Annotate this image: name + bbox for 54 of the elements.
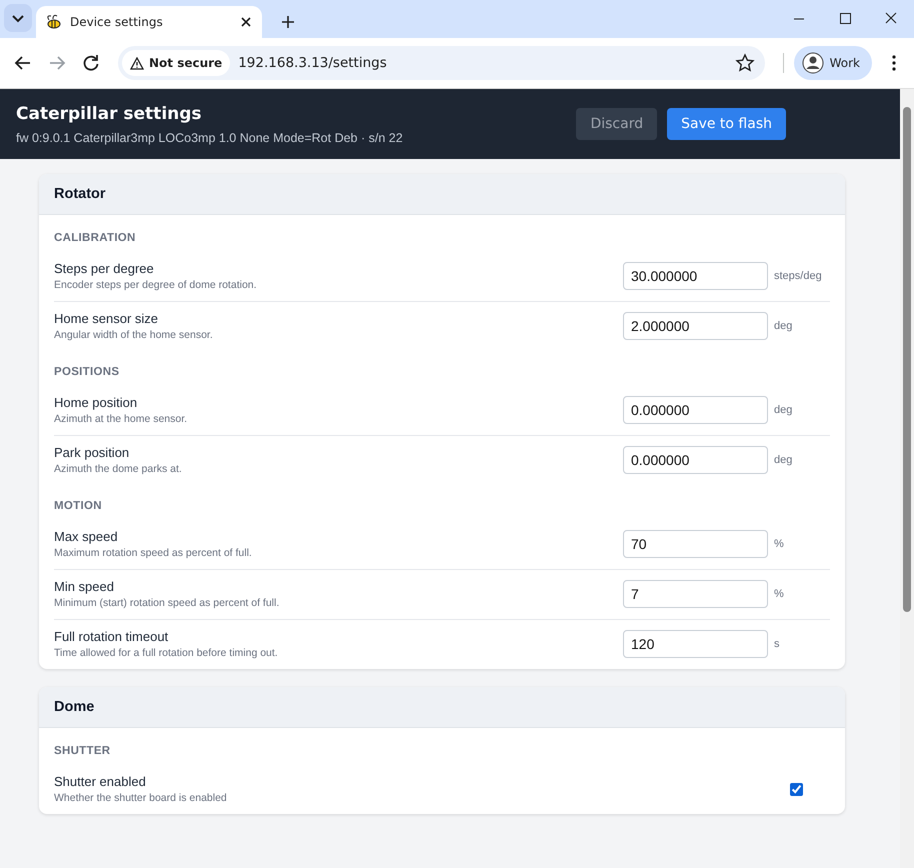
scrollbar[interactable]	[900, 89, 914, 868]
setting-label: Park position	[54, 445, 130, 460]
star-icon[interactable]	[734, 53, 755, 73]
unit-label: steps/deg	[773, 270, 823, 282]
page-title: Caterpillar settings	[16, 104, 203, 124]
profile-button[interactable]: Work	[794, 46, 872, 80]
setting-label: Steps per degree	[54, 261, 155, 276]
url-text: 192.168.3.13/settings	[238, 55, 388, 71]
setting-label: Full rotation timeout	[54, 629, 170, 644]
unit-label: deg	[773, 454, 794, 466]
setting-label: Home sensor size	[54, 311, 160, 326]
security-label: Not secure	[149, 56, 222, 70]
unit-label: deg	[773, 404, 794, 416]
firmware-info: fw 0:9.0.1 Caterpillar3mp LOCo3mp 1.0 None Mode=Rot Deb · s/n 22	[16, 130, 404, 144]
setting-label: Max speed	[54, 529, 119, 544]
card-title: Dome	[54, 699, 94, 715]
browser-tab[interactable]: Device settings	[36, 6, 262, 38]
warning-icon[interactable]	[130, 56, 144, 70]
setting-description: Whether the shutter board is enabled	[54, 792, 228, 804]
save-button[interactable]: Save to flash	[667, 108, 786, 140]
number-input[interactable]: 30.000000	[623, 262, 768, 290]
profile-avatar-icon[interactable]	[802, 52, 824, 74]
group-heading: POSITIONS	[54, 366, 120, 378]
setting-description: Time allowed for a full rotation before timing out.	[54, 647, 279, 659]
card-title: Rotator	[54, 186, 106, 202]
setting-label: Shutter enabled	[54, 774, 147, 789]
tab-list-button[interactable]	[4, 4, 32, 32]
number-input[interactable]: 2.000000	[623, 312, 768, 340]
setting-description: Angular width of the home sensor.	[54, 329, 214, 341]
tab-title: Device settings	[70, 15, 164, 29]
number-input[interactable]: 0.000000	[623, 446, 768, 474]
address-bar[interactable]: Not secure 192.168.3.13/settings	[118, 46, 765, 80]
setting-description: Encoder steps per degree of dome rotation.	[54, 279, 258, 291]
setting-description: Minimum (start) rotation speed as percent of full.	[54, 597, 280, 609]
group-heading: MOTION	[54, 500, 103, 512]
setting-description: Azimuth at the home sensor.	[54, 413, 188, 425]
unit-label: %	[773, 538, 785, 550]
number-input[interactable]: 0.000000	[623, 396, 768, 424]
setting-label: Home position	[54, 395, 138, 410]
setting-description: Maximum rotation speed as percent of full.	[54, 547, 253, 559]
unit-label: %	[773, 588, 785, 600]
unit-label: deg	[773, 320, 794, 332]
setting-description: Azimuth the dome parks at.	[54, 463, 183, 475]
group-heading: SHUTTER	[54, 745, 112, 757]
group-heading: CALIBRATION	[54, 232, 137, 244]
unit-label: s	[773, 638, 780, 650]
profile-name: Work	[830, 56, 860, 70]
checkbox[interactable]	[790, 782, 803, 796]
number-input[interactable]: 70	[623, 530, 768, 558]
number-input[interactable]: 120	[623, 630, 768, 658]
number-input[interactable]: 7	[623, 580, 768, 608]
scrollbar-thumb[interactable]	[903, 107, 911, 612]
setting-label: Min speed	[54, 579, 115, 594]
security-chip[interactable]: Not secure	[122, 50, 230, 76]
